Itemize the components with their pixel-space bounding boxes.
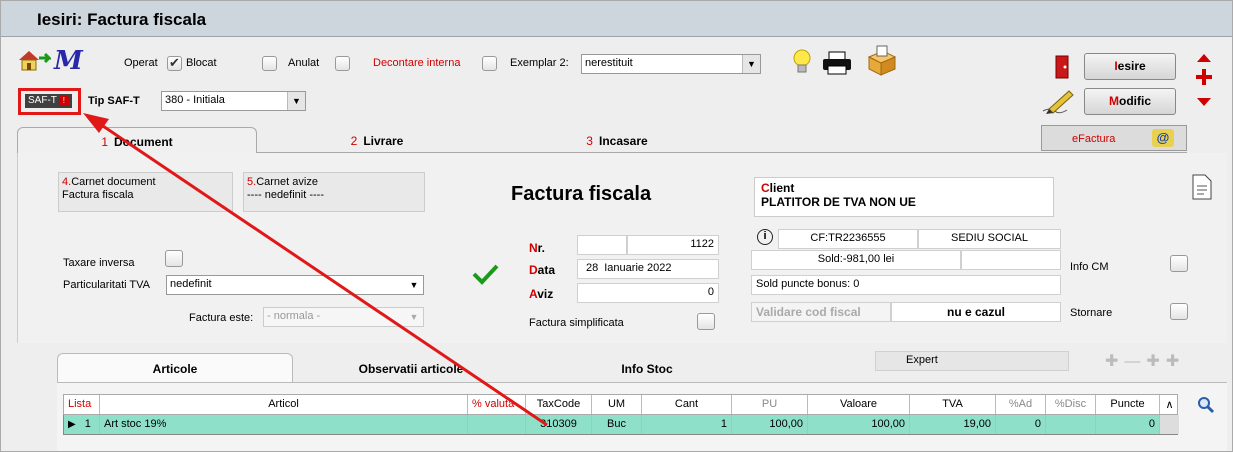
annotation-arrow <box>83 113 548 427</box>
main-window: Iesiri: Factura fiscala M Operat Blocat … <box>0 0 1233 452</box>
